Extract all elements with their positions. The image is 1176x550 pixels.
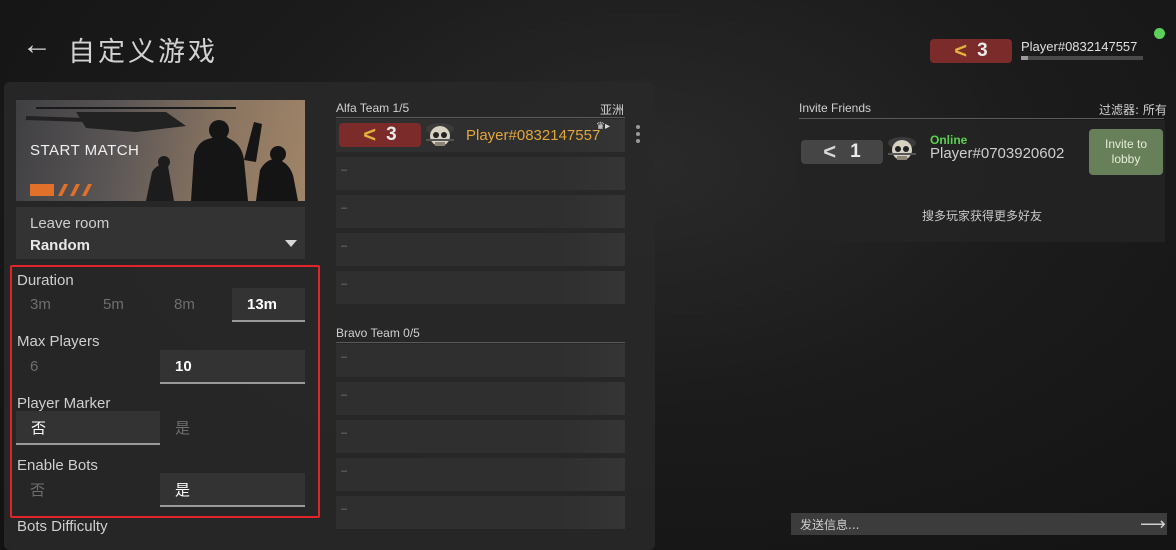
- player-marker-label: Player Marker: [17, 395, 111, 412]
- empty-slot-marker: –: [341, 427, 348, 439]
- bravo-slot-5[interactable]: [336, 496, 625, 529]
- skull-avatar-icon: [426, 123, 454, 146]
- alfa-slot-2[interactable]: [336, 157, 625, 190]
- team-region: 亚洲: [600, 103, 625, 117]
- player-marker-option-no[interactable]: 否: [16, 411, 160, 445]
- max-players-label: Max Players: [17, 333, 100, 350]
- max-players-option-6[interactable]: 6: [30, 350, 38, 384]
- rank-chevron-icon: <: [823, 139, 837, 164]
- send-arrow-icon[interactable]: ⟶: [1140, 513, 1166, 535]
- player-rank-value: 3: [977, 40, 988, 61]
- player-rank-badge: < 3: [930, 39, 1012, 63]
- bravo-slot-3[interactable]: [336, 420, 625, 453]
- enable-bots-option-no[interactable]: 否: [30, 473, 45, 507]
- friend-name: Player#0703920602: [930, 145, 1065, 162]
- invite-friends-divider: [799, 118, 1164, 119]
- bravo-slot-2[interactable]: [336, 382, 625, 415]
- empty-slot-marker: –: [341, 465, 348, 477]
- back-arrow-icon[interactable]: ←: [22, 30, 52, 60]
- find-more-friends-hint: 搜多玩家获得更多好友: [921, 209, 1042, 223]
- invite-friends-title: Invite Friends: [799, 101, 872, 115]
- bravo-team-title: Bravo Team 0/5: [336, 326, 420, 340]
- alfa-slot-3[interactable]: [336, 195, 625, 228]
- map-select-value[interactable]: Random: [30, 237, 90, 251]
- friends-filter[interactable]: 过滤器: 所有: [1099, 101, 1167, 118]
- bravo-slot-4[interactable]: [336, 458, 625, 491]
- enable-bots-option-yes[interactable]: 是: [160, 473, 305, 507]
- empty-slot-marker: –: [341, 503, 348, 515]
- bots-difficulty-label: Bots Difficulty: [17, 518, 108, 535]
- bravo-team-divider: [336, 342, 625, 343]
- rank-chevron-icon: <: [363, 122, 377, 147]
- alfa-slot-4[interactable]: [336, 233, 625, 266]
- skull-avatar-icon: [888, 137, 916, 160]
- alfa-slot-5[interactable]: [336, 271, 625, 304]
- friend-rank-value: 1: [850, 141, 861, 162]
- alfa-player-rank-badge: < 3: [339, 123, 421, 147]
- online-status-icon: [1154, 28, 1165, 39]
- crown-icon: ♛▸: [596, 121, 610, 132]
- duration-option-5m[interactable]: 5m: [103, 288, 124, 322]
- rank-chevron-icon: <: [954, 38, 968, 63]
- duration-option-13m[interactable]: 13m: [232, 288, 305, 322]
- max-players-option-10[interactable]: 10: [160, 350, 305, 384]
- player-xp-bar: [1021, 56, 1143, 60]
- chevron-down-icon[interactable]: [285, 240, 297, 247]
- alfa-team-divider: [336, 117, 625, 118]
- empty-slot-marker: –: [341, 240, 348, 252]
- duration-option-8m[interactable]: 8m: [174, 288, 195, 322]
- alfa-player-name: Player#0832147557: [466, 127, 601, 144]
- player-name: Player#0832147557: [1021, 39, 1138, 54]
- alfa-player-rank-value: 3: [386, 124, 397, 145]
- enable-bots-label: Enable Bots: [17, 457, 98, 474]
- alfa-team-title: Alfa Team 1/5: [336, 101, 410, 115]
- duration-option-3m[interactable]: 3m: [30, 288, 51, 322]
- rank-stripe-icon: [30, 184, 92, 196]
- empty-slot-marker: –: [341, 278, 348, 290]
- player-marker-option-yes[interactable]: 是: [175, 411, 190, 445]
- bravo-slot-1[interactable]: [336, 344, 625, 377]
- empty-slot-marker: –: [341, 351, 348, 363]
- page-title: 自定义游戏: [68, 37, 218, 68]
- duration-label: Duration: [17, 272, 74, 289]
- chat-input-placeholder: 发送信息...: [800, 518, 860, 532]
- start-match-label: START MATCH: [30, 142, 140, 159]
- more-options-icon[interactable]: [636, 125, 640, 145]
- empty-slot-marker: –: [341, 164, 348, 176]
- empty-slot-marker: –: [341, 389, 348, 401]
- empty-slot-marker: –: [341, 202, 348, 214]
- invite-to-lobby-button[interactable]: Invite to lobby: [1089, 129, 1163, 175]
- friend-rank-badge: < 1: [801, 140, 883, 164]
- leave-room-label: Leave room: [30, 215, 110, 232]
